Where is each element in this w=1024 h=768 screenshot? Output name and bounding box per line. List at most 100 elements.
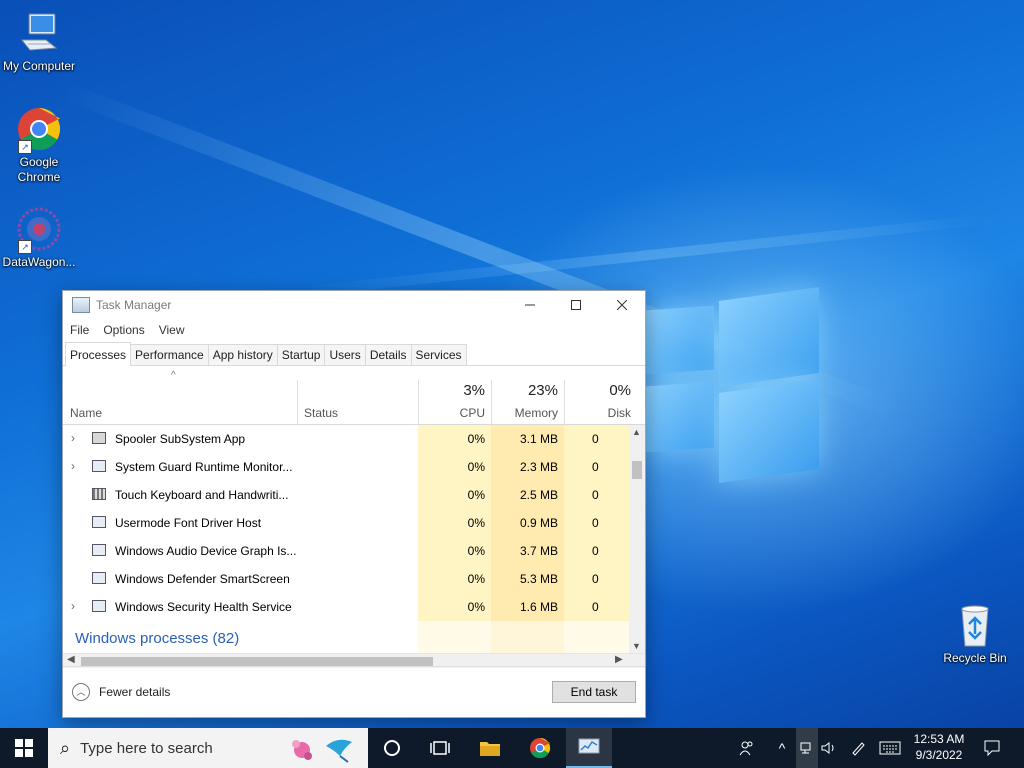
tab-performance[interactable]: Performance: [130, 344, 209, 365]
table-row[interactable]: › Spooler SubSystem App 0% 3.1 MB 0 MB/s: [63, 425, 629, 453]
window-icon: [92, 460, 106, 472]
touch-keyboard-icon[interactable]: [876, 728, 904, 768]
taskbar-search-box[interactable]: ⌕ Type here to search: [48, 728, 368, 768]
scroll-up-arrow-icon[interactable]: ▲: [632, 427, 641, 437]
window-icon: [92, 516, 106, 528]
process-memory: 3.1 MB: [491, 425, 564, 453]
tab-services[interactable]: Services: [410, 344, 467, 365]
network-icon[interactable]: [796, 728, 818, 768]
wallpaper-light-beam: [301, 213, 999, 297]
system-clock[interactable]: 12:53 AM 9/3/2022: [904, 731, 974, 763]
process-cpu: 0%: [418, 453, 491, 481]
process-disk: 0 MB/s: [564, 453, 629, 481]
column-header-status[interactable]: Status: [298, 380, 418, 424]
column-cpu-label: CPU: [459, 406, 485, 420]
clock-date: 9/3/2022: [915, 748, 963, 762]
process-memory: 3.7 MB: [491, 537, 564, 565]
task-manager-icon: [578, 738, 600, 754]
task-view-button[interactable]: [420, 728, 460, 768]
process-list: › Spooler SubSystem App 0% 3.1 MB 0 MB/s…: [63, 425, 645, 653]
table-row[interactable]: Usermode Font Driver Host 0% 0.9 MB 0 MB…: [63, 509, 629, 537]
column-header-cpu[interactable]: 3% CPU: [419, 380, 491, 424]
process-name: Usermode Font Driver Host: [115, 516, 262, 530]
menu-options[interactable]: Options: [103, 323, 144, 337]
fewer-details-label: Fewer details: [99, 685, 171, 699]
scrollbar-thumb[interactable]: [81, 657, 433, 666]
column-header-name[interactable]: Name: [63, 380, 297, 424]
desktop-icon-datawagon[interactable]: ↗ DataWagon...: [0, 206, 78, 270]
expand-chevron-icon[interactable]: ›: [71, 599, 75, 613]
show-hidden-icons-chevron-icon[interactable]: ^: [772, 728, 792, 768]
process-name: Spooler SubSystem App: [115, 432, 246, 446]
disk-total-percent: 0%: [609, 382, 631, 399]
minimize-button[interactable]: [507, 291, 553, 319]
table-row[interactable]: Windows Audio Device Graph Is... 0% 3.7 …: [63, 537, 629, 565]
process-disk: 0 MB/s: [564, 481, 629, 509]
datawagon-icon: ↗: [16, 206, 62, 254]
title-bar[interactable]: Task Manager: [63, 291, 645, 319]
chrome-icon: [530, 737, 551, 759]
desktop-icon-my-computer[interactable]: My Computer: [0, 10, 78, 74]
maximize-button[interactable]: [553, 291, 599, 319]
window-icon: [92, 600, 106, 612]
group-header-windows-processes[interactable]: Windows processes (82): [63, 621, 629, 653]
menu-view[interactable]: View: [159, 323, 185, 337]
menu-file[interactable]: File: [70, 323, 89, 337]
search-icon: ⌕: [60, 737, 71, 758]
desktop-icon-recycle-bin[interactable]: Recycle Bin: [936, 602, 1014, 666]
scroll-down-arrow-icon[interactable]: ▼: [632, 641, 641, 651]
start-button[interactable]: [0, 728, 48, 768]
people-icon[interactable]: [734, 728, 760, 768]
expand-chevron-icon[interactable]: ›: [71, 431, 75, 445]
action-center-button[interactable]: [978, 728, 1006, 768]
table-row[interactable]: › System Guard Runtime Monitor... 0% 2.3…: [63, 453, 629, 481]
process-disk: 0 MB/s: [564, 509, 629, 537]
desktop-icon-label: Recycle Bin: [943, 651, 1007, 665]
scrollbar-thumb[interactable]: [632, 461, 642, 479]
tab-app-history[interactable]: App history: [207, 344, 278, 365]
process-memory: 2.3 MB: [491, 453, 564, 481]
process-disk: 0 MB/s: [564, 537, 629, 565]
taskbar-file-explorer[interactable]: [468, 728, 512, 768]
desktop-icon-google-chrome[interactable]: ↗ Google Chrome: [0, 106, 78, 185]
expand-chevron-icon[interactable]: ›: [71, 459, 75, 473]
process-name: Windows Defender SmartScreen: [115, 572, 290, 586]
tab-users[interactable]: Users: [324, 344, 366, 365]
vertical-scrollbar[interactable]: ▲ ▼: [629, 425, 645, 653]
minimize-icon: [525, 304, 535, 306]
scroll-left-arrow-icon[interactable]: ◀: [67, 654, 75, 665]
cortana-button[interactable]: [372, 728, 412, 768]
tab-processes[interactable]: Processes: [65, 342, 132, 366]
table-row[interactable]: › Windows Security Health Service 0% 1.6…: [63, 593, 629, 621]
taskbar: ⌕ Type here to search ^ 12:53 AM 9/3/202…: [0, 728, 1024, 768]
column-header-memory[interactable]: 23% Memory: [492, 380, 564, 424]
process-cpu: 0%: [418, 565, 491, 593]
tab-details[interactable]: Details: [364, 344, 412, 365]
memory-total-percent: 23%: [527, 382, 558, 399]
pen-workspace-icon[interactable]: [846, 728, 870, 768]
cpu-total-percent: 3%: [463, 382, 485, 399]
process-name: Touch Keyboard and Handwriti...: [115, 488, 289, 502]
close-button[interactable]: [599, 291, 645, 319]
process-name: Windows Audio Device Graph Is...: [115, 544, 297, 558]
tab-startup[interactable]: Startup: [276, 344, 326, 365]
taskbar-google-chrome[interactable]: [518, 728, 562, 768]
volume-icon[interactable]: [818, 728, 840, 768]
table-row[interactable]: Windows Defender SmartScreen 0% 5.3 MB 0…: [63, 565, 629, 593]
my-computer-icon: [16, 10, 62, 56]
process-cpu: 0%: [418, 425, 491, 453]
window-title: Task Manager: [96, 298, 172, 312]
group-title: Windows processes (82): [75, 630, 240, 647]
taskbar-task-manager[interactable]: [566, 728, 612, 768]
table-row[interactable]: Touch Keyboard and Handwriti... 0% 2.5 M…: [63, 481, 629, 509]
fewer-details-button[interactable]: ︿ Fewer details: [72, 683, 170, 701]
shortcut-arrow-icon: ↗: [18, 240, 32, 254]
printer-icon: [92, 432, 106, 444]
process-disk: 0 MB/s: [564, 425, 629, 453]
desktop-icon-label: My Computer: [2, 59, 76, 73]
end-task-button[interactable]: End task: [552, 681, 636, 703]
column-header-disk[interactable]: 0% Disk: [565, 380, 637, 424]
scroll-right-arrow-icon[interactable]: ▶: [615, 654, 623, 665]
process-name: System Guard Runtime Monitor...: [115, 460, 293, 474]
column-header-row: ^ Name Status 3% CPU 23% Memory 0% Disk: [63, 370, 645, 425]
